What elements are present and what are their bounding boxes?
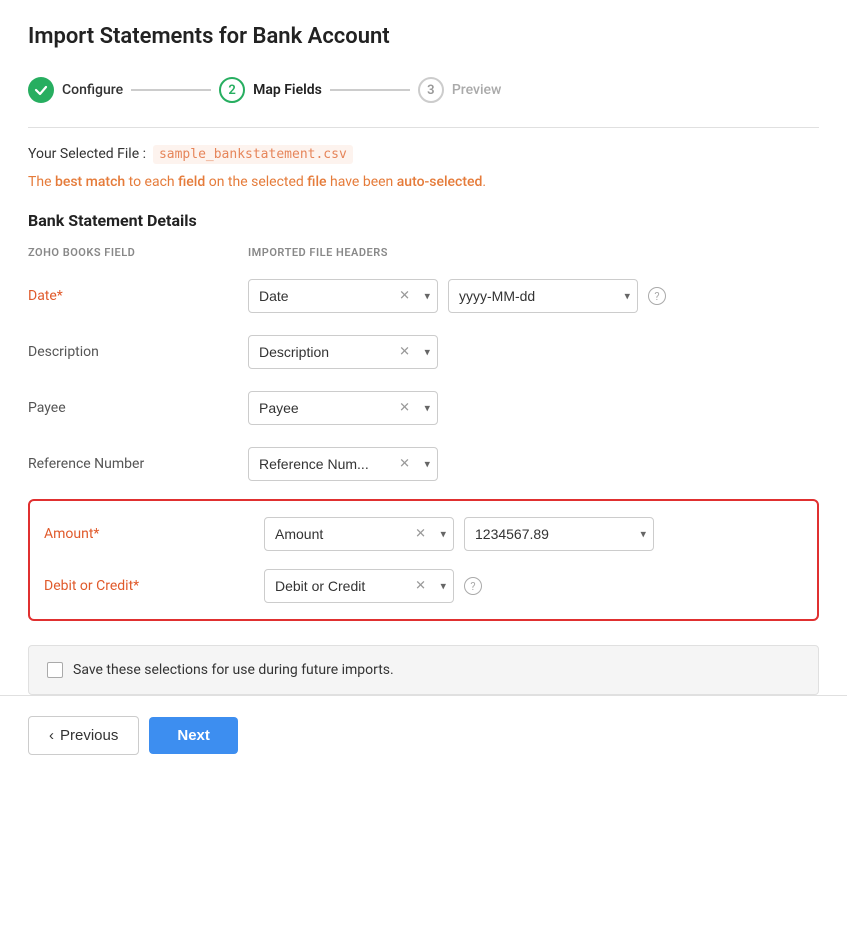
field-label-debit-or-credit: Debit or Credit* [44,578,264,594]
save-checkbox[interactable] [47,662,63,678]
bottom-nav: ‹ Previous Next [0,695,847,775]
date-format-select[interactable]: yyyy-MM-dd [448,279,638,313]
date-select-wrapper: Date ✕ ▾ [248,279,438,313]
previous-icon: ‹ [49,727,54,744]
field-controls-reference-number: Reference Num... ✕ ▾ [248,447,819,481]
selected-filename: sample_bankstatement.csv [153,145,353,164]
description-clear-icon[interactable]: ✕ [399,345,410,360]
auto-selected-text: The best match to each field on the sele… [28,174,486,190]
stepper: Configure 2 Map Fields 3 Preview [28,77,819,103]
field-label-description: Description [28,344,248,360]
amount-select-wrapper: Amount ✕ ▾ [264,517,454,551]
step-preview-label: Preview [452,82,502,98]
divider-top [28,127,819,128]
field-controls-description: Description ✕ ▾ [248,335,819,369]
highlight-box: Amount* Amount ✕ ▾ 1234567.89 ▾ [28,499,819,621]
step-configure-circle [28,77,54,103]
selected-file-row: Your Selected File : sample_bankstatemen… [28,146,819,162]
col-header-imported: IMPORTED FILE HEADERS [248,246,388,259]
debit-or-credit-select-wrapper: Debit or Credit ✕ ▾ [264,569,454,603]
field-row-reference-number: Reference Number Reference Num... ✕ ▾ [28,443,819,485]
field-row-description: Description Description ✕ ▾ [28,331,819,373]
step-map-fields: 2 Map Fields [219,77,322,103]
next-label: Next [177,727,210,744]
field-row-payee: Payee Payee ✕ ▾ [28,387,819,429]
reference-number-clear-icon[interactable]: ✕ [399,457,410,472]
step-configure: Configure [28,77,123,103]
field-controls-debit-or-credit: Debit or Credit ✕ ▾ ? [264,569,803,603]
field-controls-payee: Payee ✕ ▾ [248,391,819,425]
field-headers: ZOHO BOOKS FIELD IMPORTED FILE HEADERS [28,246,819,265]
save-label: Save these selections for use during fut… [73,662,394,678]
description-select-wrapper: Description ✕ ▾ [248,335,438,369]
field-row-debit-or-credit: Debit or Credit* Debit or Credit ✕ ▾ ? [44,565,803,607]
debit-or-credit-clear-icon[interactable]: ✕ [415,579,426,594]
amount-format-wrapper: 1234567.89 ▾ [464,517,654,551]
step-preview-circle: 3 [418,77,444,103]
step-configure-label: Configure [62,82,123,98]
field-label-reference-number: Reference Number [28,456,248,472]
step-preview: 3 Preview [418,77,502,103]
step-connector-2 [330,89,410,91]
previous-label: Previous [60,727,118,744]
step-map-fields-label: Map Fields [253,82,322,98]
auto-selected-info: The best match to each field on the sele… [28,172,819,193]
payee-clear-icon[interactable]: ✕ [399,401,410,416]
field-label-payee: Payee [28,400,248,416]
reference-number-select-wrapper: Reference Num... ✕ ▾ [248,447,438,481]
payee-select-wrapper: Payee ✕ ▾ [248,391,438,425]
field-controls-date: Date ✕ ▾ yyyy-MM-dd ▾ ? [248,279,819,313]
section-title: Bank Statement Details [28,211,819,230]
field-row-date: Date* Date ✕ ▾ yyyy-MM-dd ▾ ? [28,275,819,317]
date-help-icon[interactable]: ? [648,287,666,305]
amount-clear-icon[interactable]: ✕ [415,527,426,542]
selected-file-label: Your Selected File : [28,146,146,162]
page-title: Import Statements for Bank Account [28,24,819,49]
debit-or-credit-help-icon[interactable]: ? [464,577,482,595]
next-button[interactable]: Next [149,717,238,754]
save-selections-row: Save these selections for use during fut… [28,645,819,695]
step-connector-1 [131,89,211,91]
field-controls-amount: Amount ✕ ▾ 1234567.89 ▾ [264,517,803,551]
step-map-fields-circle: 2 [219,77,245,103]
previous-button[interactable]: ‹ Previous [28,716,139,755]
col-header-zoho: ZOHO BOOKS FIELD [28,246,248,259]
field-row-amount: Amount* Amount ✕ ▾ 1234567.89 ▾ [44,513,803,555]
field-label-amount: Amount* [44,526,264,542]
date-clear-icon[interactable]: ✕ [399,289,410,304]
field-label-date: Date* [28,288,248,304]
amount-format-select[interactable]: 1234567.89 [464,517,654,551]
date-format-wrapper: yyyy-MM-dd ▾ [448,279,638,313]
